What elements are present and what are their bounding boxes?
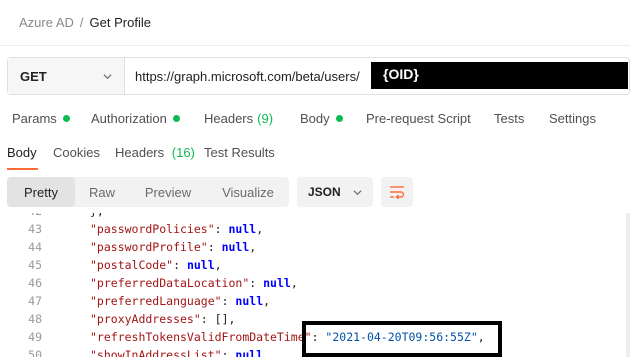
tab-label: Pre-request Script — [366, 111, 471, 126]
json-value: null — [221, 240, 250, 254]
method-select[interactable]: GET — [8, 58, 125, 94]
line-number: 50 — [28, 348, 42, 357]
header-divider — [0, 45, 630, 46]
status-dot — [335, 115, 343, 122]
tab-count: (16) — [171, 145, 195, 160]
response-tab-test-results[interactable]: Test Results — [204, 145, 275, 160]
json-value: null — [228, 222, 257, 236]
breadcrumb-separator: / — [79, 15, 84, 30]
code-text: "preferredLanguage": null, — [90, 294, 271, 308]
method-label: GET — [20, 68, 47, 84]
tab-label: Body — [300, 111, 330, 126]
json-key: "showInAddressList" — [90, 348, 222, 357]
line-number: 46 — [28, 276, 42, 290]
code-text: "postalCode": null, — [90, 258, 222, 272]
tab-tests[interactable]: Tests — [494, 111, 524, 126]
json-key: "passwordProfile" — [90, 240, 208, 254]
response-tab-cookies[interactable]: Cookies — [53, 145, 100, 160]
tab-headers[interactable]: Headers (9) — [204, 111, 273, 126]
request-title[interactable]: Get Profile — [90, 15, 151, 30]
code-line: 43 "passwordPolicies": null, — [0, 222, 630, 240]
code-line: 46 "preferredDataLocation": null, — [0, 276, 630, 294]
view-raw-button[interactable]: Raw — [75, 177, 129, 207]
breadcrumb-collection[interactable]: Azure AD — [19, 15, 74, 30]
redaction-label: {OID} — [383, 66, 419, 82]
code-line: 42}, — [0, 213, 630, 222]
breadcrumb: Azure AD / Get Profile — [19, 15, 151, 30]
format-label: JSON — [308, 185, 341, 199]
code-text: "preferredDataLocation": null, — [90, 276, 298, 290]
json-key: "preferredLanguage" — [90, 294, 222, 308]
redaction-box: {OID} — [371, 62, 628, 89]
code-text: }, — [90, 213, 104, 218]
status-dot — [172, 115, 180, 122]
tab-label: Params — [12, 111, 57, 126]
json-key: "proxyAddresses" — [90, 312, 201, 326]
line-number: 44 — [28, 240, 42, 254]
view-pretty-button[interactable]: Pretty — [7, 177, 75, 207]
code-line: 44 "passwordProfile": null, — [0, 240, 630, 258]
response-tabs: Body Cookies Headers (16) Test Results — [0, 145, 630, 165]
tab-label: Headers — [115, 145, 165, 160]
url-bar: GET https://graph.microsoft.com/beta/use… — [7, 57, 630, 95]
json-value: null — [235, 348, 264, 357]
json-value: }, — [90, 213, 104, 218]
json-value: null — [235, 294, 264, 308]
tab-params[interactable]: Params — [12, 111, 70, 126]
tab-settings[interactable]: Settings — [549, 111, 596, 126]
response-tab-body[interactable]: Body — [7, 145, 37, 160]
tab-authorization[interactable]: Authorization — [91, 111, 180, 126]
tab-body[interactable]: Body — [300, 111, 343, 126]
highlight-annotation-box — [302, 321, 502, 357]
line-number: 48 — [28, 312, 42, 326]
code-text: "passwordPolicies": null, — [90, 222, 264, 236]
code-line: 45 "postalCode": null, — [0, 258, 630, 276]
json-value: null — [186, 258, 215, 272]
view-preview-button[interactable]: Preview — [129, 177, 207, 207]
tab-count: (9) — [257, 111, 274, 126]
response-tab-headers[interactable]: Headers (16) — [115, 145, 195, 160]
wrap-lines-icon — [390, 186, 405, 199]
url-input[interactable]: https://graph.microsoft.com/beta/users/ — [125, 69, 360, 84]
chevron-down-icon — [103, 73, 112, 79]
line-number: 43 — [28, 222, 42, 236]
active-tab-indicator — [7, 168, 38, 170]
json-key: "refreshTokensValidFromDateTime" — [90, 330, 312, 344]
line-number: 45 — [28, 258, 42, 272]
code-text: "passwordProfile": null, — [90, 240, 257, 254]
line-number: 42 — [18, 213, 42, 218]
json-key: "preferredDataLocation" — [90, 276, 250, 290]
json-key: "postalCode" — [90, 258, 174, 272]
wrap-lines-button[interactable] — [381, 177, 413, 207]
tab-label: Authorization — [91, 111, 167, 126]
json-value: [] — [214, 312, 229, 326]
json-value: null — [263, 276, 291, 290]
tab-label: Settings — [549, 111, 596, 126]
code-text: "showInAddressList": null, — [90, 348, 270, 357]
format-select[interactable]: JSON — [297, 177, 373, 207]
scrollbar[interactable] — [626, 213, 630, 357]
line-number: 47 — [28, 294, 42, 308]
code-line: 47 "preferredLanguage": null, — [0, 294, 630, 312]
status-dot — [62, 115, 70, 122]
line-number: 49 — [28, 330, 42, 344]
tab-label: Headers — [204, 111, 254, 126]
chevron-down-icon — [353, 189, 362, 195]
json-key: "passwordPolicies" — [90, 222, 215, 236]
tab-pre-request-script[interactable]: Pre-request Script — [366, 111, 471, 126]
view-mode-group: Pretty Raw Preview Visualize — [7, 177, 289, 207]
code-text: "proxyAddresses": [], — [90, 312, 236, 326]
view-visualize-button[interactable]: Visualize — [207, 177, 289, 207]
tab-label: Tests — [494, 111, 525, 126]
